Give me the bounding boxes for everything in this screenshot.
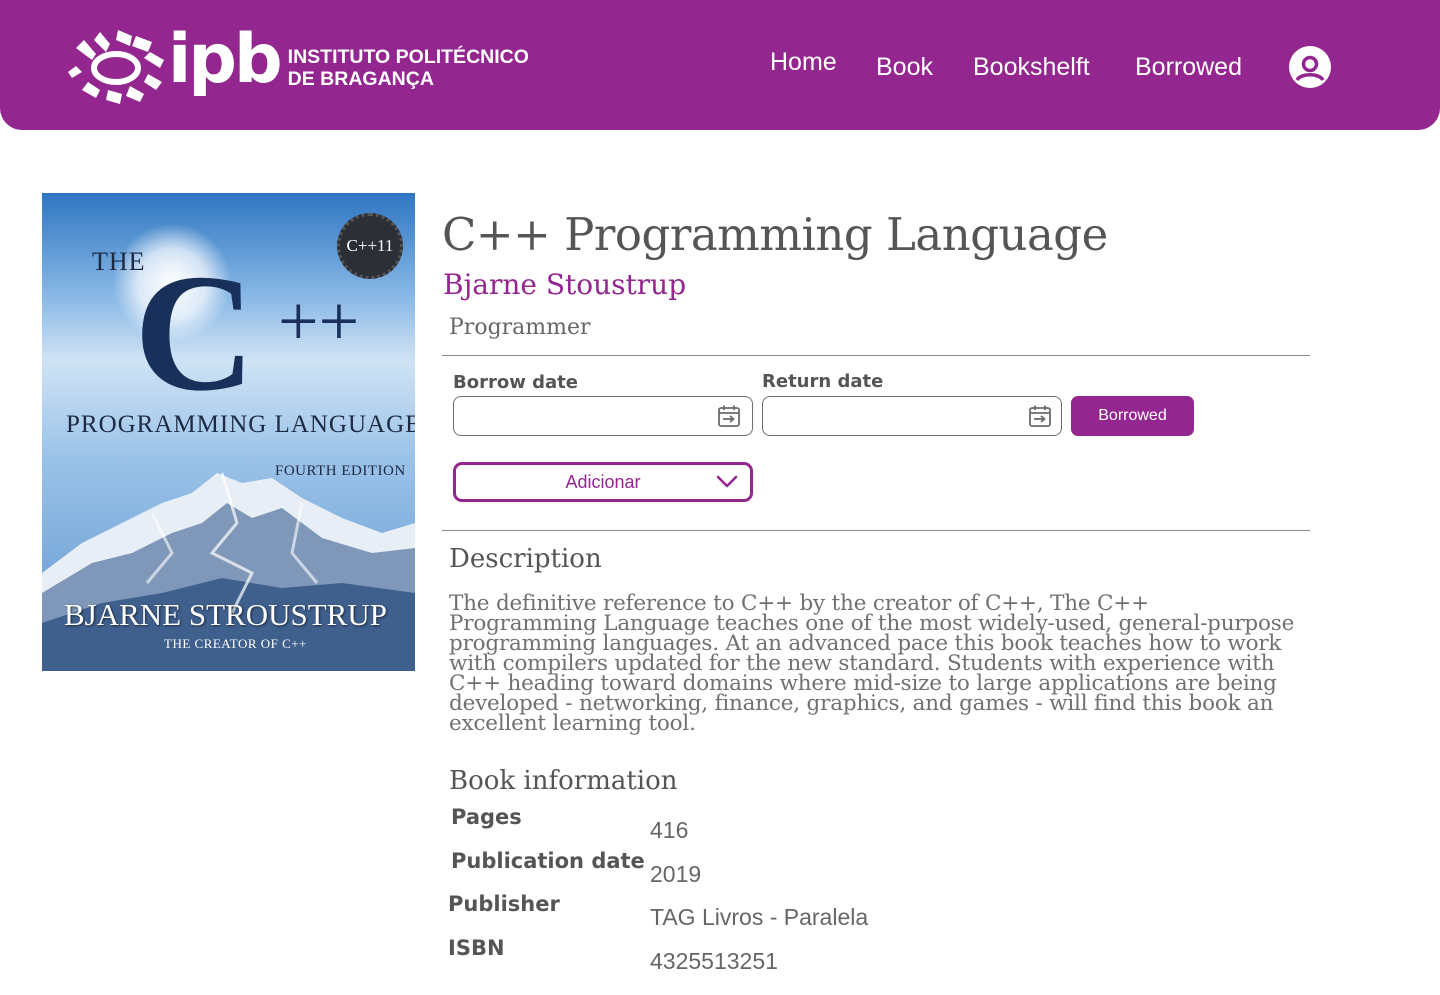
return-date-label: Return date — [762, 371, 884, 392]
add-to-shelf-select[interactable]: Adicionar — [453, 462, 753, 502]
borrow-date-label: Borrow date — [453, 372, 578, 393]
book-category: Programmer — [449, 315, 591, 340]
book-title: C++ Programming Language — [442, 208, 1108, 261]
chevron-down-icon — [716, 475, 738, 488]
isbn-label: ISBN — [448, 936, 505, 960]
logo-wordmark: ipb — [168, 20, 283, 99]
pages-label: Pages — [451, 805, 522, 829]
book-cover-image: THE C ++ C++11 PROGRAMMING LANGUAGE FOUR… — [42, 193, 415, 671]
cover-tagline: THE CREATOR OF C++ — [164, 636, 307, 651]
ipb-logo[interactable]: ipb INSTITUTO POLITÉCNICO DE BRAGANÇA — [66, 26, 529, 104]
cover-c: C — [134, 240, 256, 426]
publisher-label: Publisher — [448, 892, 560, 916]
book-author[interactable]: Bjarne Stoustrup — [443, 268, 686, 301]
cover-badge: C++11 — [337, 213, 403, 279]
publisher-value: TAG Livros - Paralela — [650, 904, 869, 930]
divider — [442, 355, 1310, 356]
ipb-logo-mark-icon — [68, 30, 164, 104]
user-circle-icon — [1295, 55, 1325, 82]
logo-line-2: DE BRAGANÇA — [287, 68, 434, 90]
publication-date-value: 2019 — [650, 861, 702, 887]
cover-author: BJARNE STROUSTRUP — [64, 597, 387, 632]
calendar-icon[interactable] — [1028, 404, 1052, 428]
publication-date-label: Publication date — [451, 849, 645, 873]
nav-borrowed[interactable]: Borrowed — [1135, 53, 1242, 82]
pages-value: 416 — [650, 817, 689, 843]
borrow-date-input[interactable] — [453, 396, 753, 436]
nav-bookshelft[interactable]: Bookshelft — [973, 53, 1090, 82]
nav-home[interactable]: Home — [770, 48, 837, 77]
logo-line-1: INSTITUTO POLITÉCNICO — [287, 46, 529, 68]
borrowed-button[interactable]: Borrowed — [1071, 396, 1194, 436]
profile-button[interactable] — [1289, 46, 1331, 88]
return-date-input[interactable] — [762, 396, 1062, 436]
divider — [442, 530, 1310, 531]
isbn-value: 4325513251 — [650, 948, 778, 974]
select-value: Adicionar — [565, 471, 641, 492]
top-header: ipb INSTITUTO POLITÉCNICO DE BRAGANÇA Ho… — [0, 0, 1440, 130]
logo-institution-name: INSTITUTO POLITÉCNICO DE BRAGANÇA — [288, 46, 529, 90]
cover-plusplus: ++ — [278, 281, 360, 361]
description-text: The definitive reference to C++ by the c… — [449, 591, 1295, 736]
cover-subtitle: PROGRAMMING LANGUAGE — [66, 411, 415, 438]
description-heading: Description — [449, 544, 602, 574]
nav-book[interactable]: Book — [876, 53, 933, 82]
book-information-heading: Book information — [449, 766, 678, 796]
calendar-icon[interactable] — [717, 404, 741, 428]
